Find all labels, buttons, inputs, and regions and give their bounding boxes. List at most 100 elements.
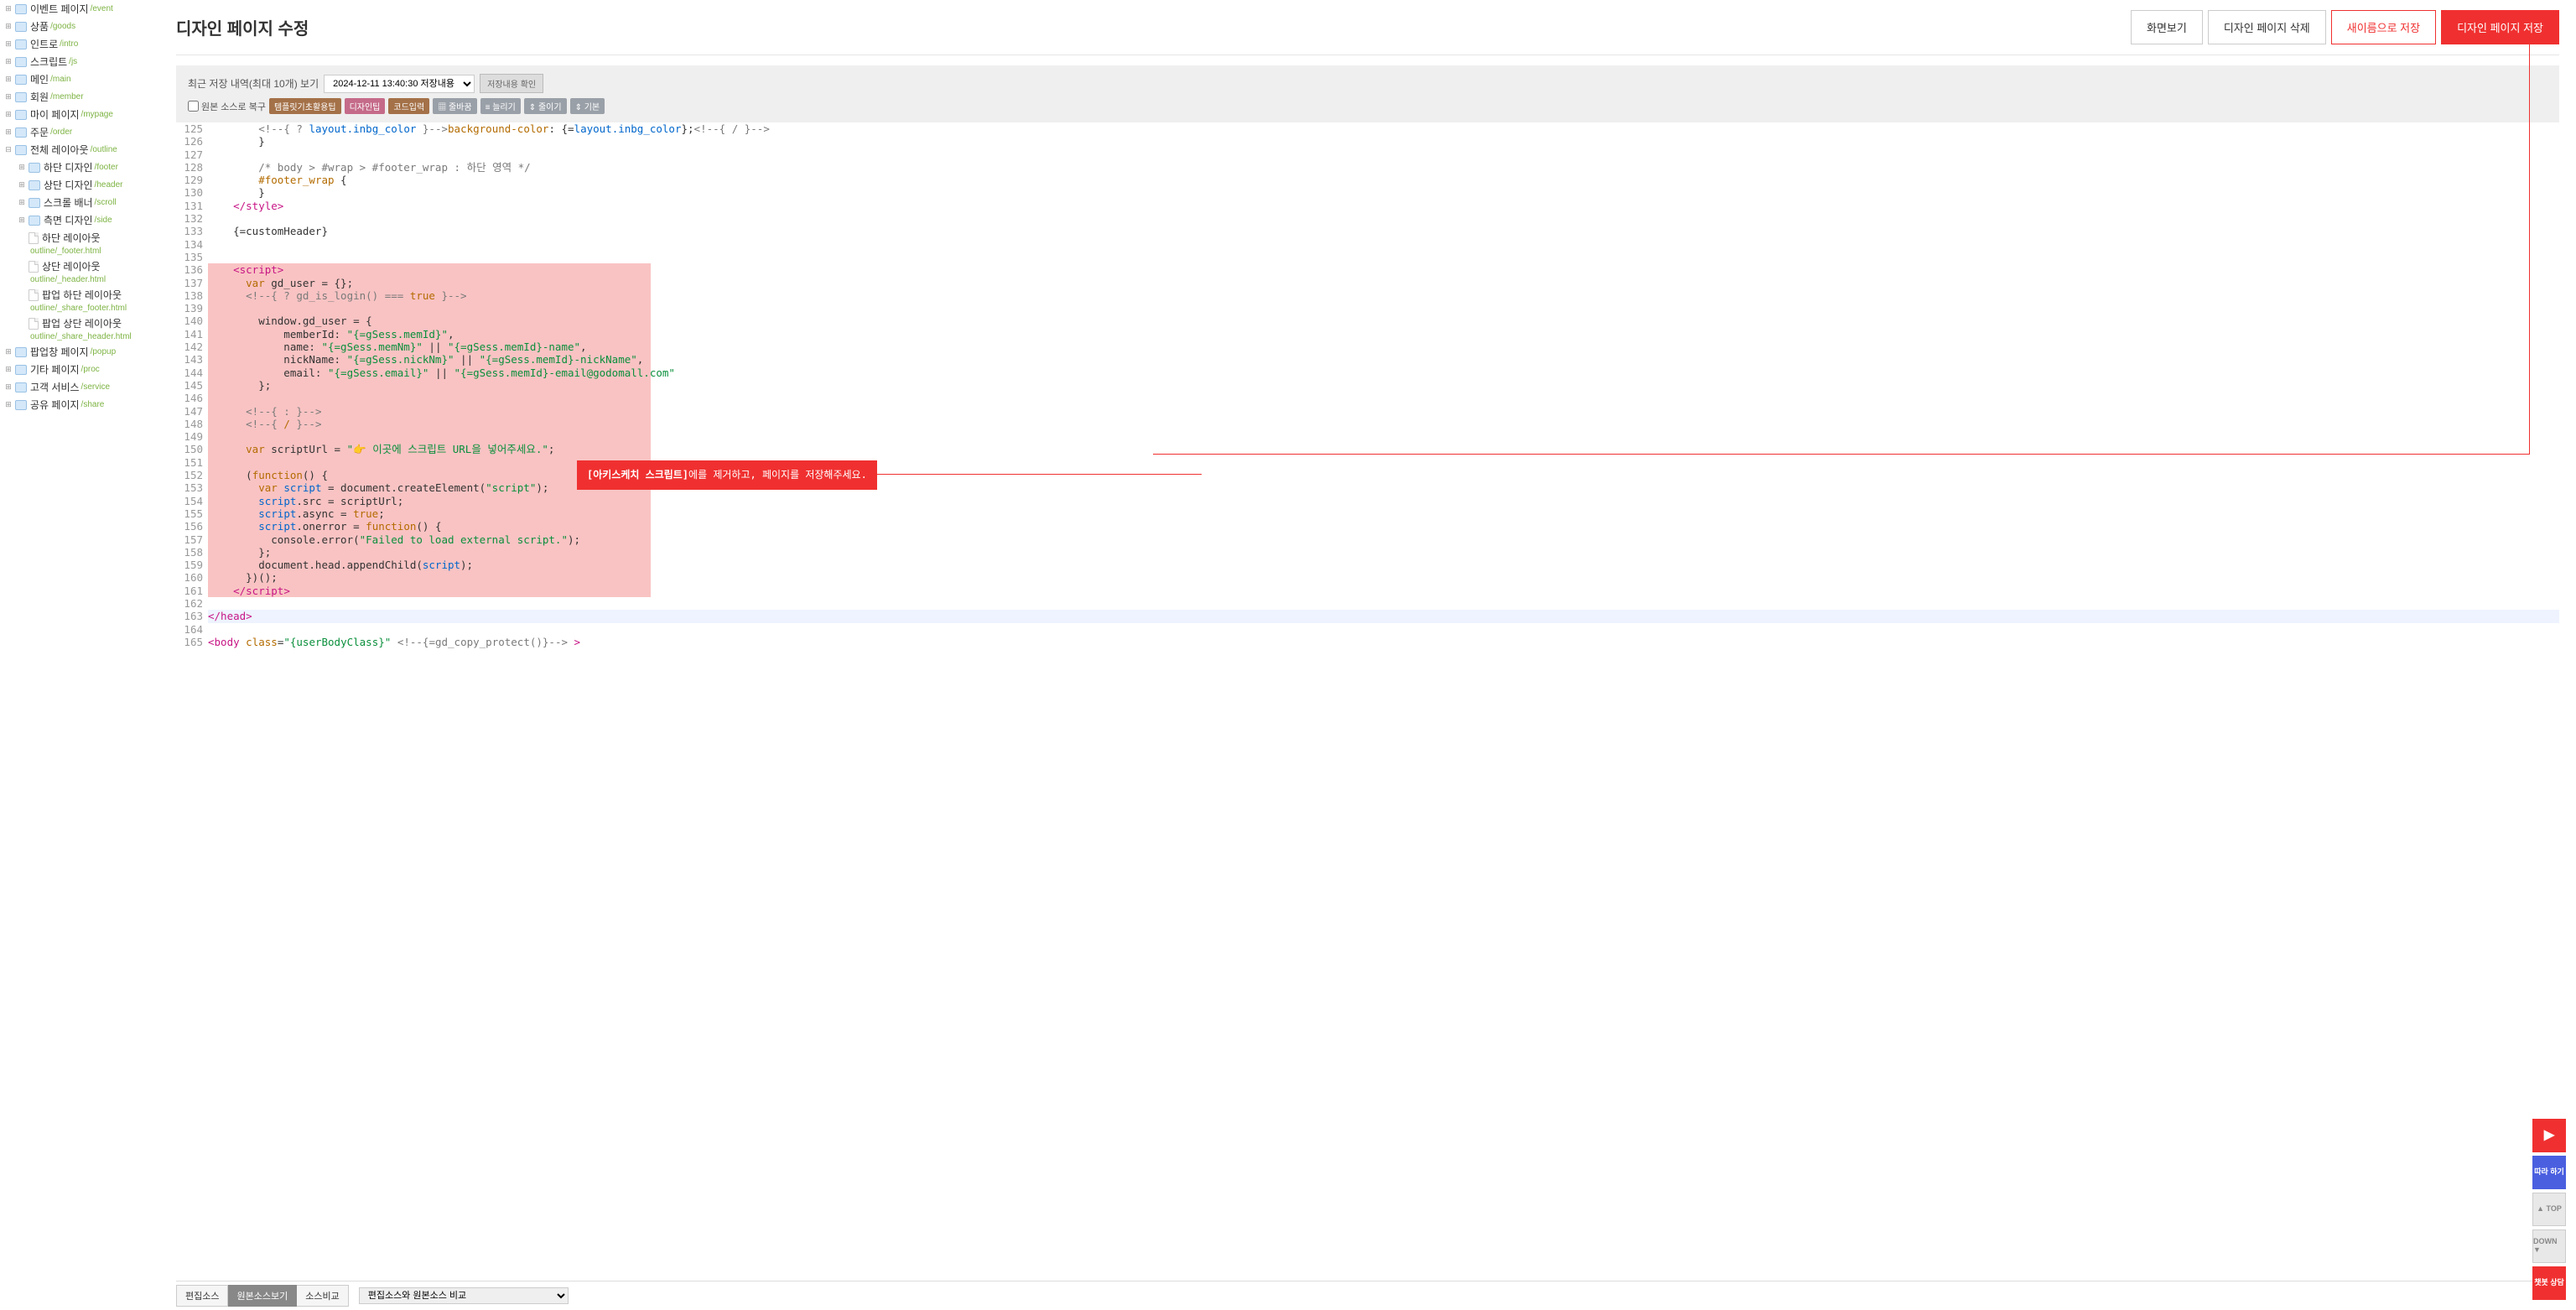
- source-tab[interactable]: 소스비교: [297, 1285, 348, 1307]
- code-line[interactable]: };: [208, 546, 2559, 559]
- expand-icon[interactable]: [17, 319, 27, 329]
- expand-icon[interactable]: ⊞: [3, 127, 13, 138]
- tree-item[interactable]: ⊞팝업창 페이지 /popup: [3, 343, 156, 361]
- scroll-down-button[interactable]: DOWN ▼: [2532, 1229, 2566, 1263]
- tree-item[interactable]: ⊞회원 /member: [3, 88, 156, 106]
- toolbar-badge[interactable]: 코드입력: [388, 98, 429, 114]
- toolbar-badge[interactable]: 템플릿기초활용팁: [269, 98, 341, 114]
- tree-item[interactable]: ⊞인트로 /intro: [3, 35, 156, 53]
- code-line[interactable]: var gd_user = {};: [208, 277, 2559, 289]
- scroll-top-button[interactable]: ▲ TOP: [2532, 1193, 2566, 1226]
- follow-along-button[interactable]: 따라 하기: [2532, 1156, 2566, 1189]
- code-line[interactable]: <script>: [208, 263, 2559, 276]
- tree-item[interactable]: ⊞스크립트 /js: [3, 53, 156, 70]
- code-line[interactable]: [208, 238, 2559, 251]
- youtube-button[interactable]: ▶: [2532, 1119, 2566, 1152]
- restore-checkbox-input[interactable]: [188, 101, 199, 112]
- tree-item[interactable]: ⊞기타 페이지 /proc: [3, 361, 156, 378]
- code-line[interactable]: })();: [208, 571, 2559, 584]
- code-line[interactable]: <!--{ ? layout.inbg_color }-->background…: [208, 122, 2559, 135]
- code-line[interactable]: <!--{ / }-->: [208, 418, 2559, 430]
- tree-item[interactable]: ⊞마이 페이지 /mypage: [3, 106, 156, 123]
- expand-icon[interactable]: ⊞: [17, 180, 27, 190]
- code-line[interactable]: </style>: [208, 200, 2559, 212]
- code-line[interactable]: }: [208, 186, 2559, 199]
- expand-icon[interactable]: [17, 262, 27, 272]
- expand-icon[interactable]: ⊞: [3, 365, 13, 375]
- preview-button[interactable]: 화면보기: [2131, 10, 2203, 44]
- code-line[interactable]: <!--{ : }-->: [208, 405, 2559, 418]
- tree-item[interactable]: ⊞상단 디자인 /header: [3, 176, 156, 194]
- expand-icon[interactable]: ⊞: [3, 382, 13, 392]
- code-line[interactable]: #footer_wrap {: [208, 174, 2559, 186]
- code-line[interactable]: window.gd_user = {: [208, 315, 2559, 327]
- code-line[interactable]: console.error("Failed to load external s…: [208, 533, 2559, 546]
- expand-icon[interactable]: ⊞: [17, 198, 27, 208]
- code-line[interactable]: script.onerror = function() {: [208, 520, 2559, 533]
- code-line[interactable]: }: [208, 135, 2559, 148]
- code-line[interactable]: [208, 430, 2559, 443]
- code-line[interactable]: <body class="{userBodyClass}" <!--{=gd_c…: [208, 636, 2559, 648]
- tree-item[interactable]: ⊞측면 디자인 /side: [3, 211, 156, 229]
- expand-icon[interactable]: ⊞: [3, 22, 13, 32]
- source-tab[interactable]: 원본소스보기: [228, 1285, 297, 1307]
- code-line[interactable]: </head>: [208, 610, 2559, 622]
- code-line[interactable]: [208, 623, 2559, 636]
- tree-item[interactable]: 상단 레이아웃: [3, 257, 156, 275]
- code-editor[interactable]: 1251261271281291301311321331341351361371…: [176, 122, 2559, 1281]
- chatbot-button[interactable]: 챗봇 상담: [2532, 1266, 2566, 1300]
- code-line[interactable]: name: "{=gSess.memNm}" || "{=gSess.memId…: [208, 340, 2559, 353]
- code-line[interactable]: };: [208, 379, 2559, 392]
- code-line[interactable]: [208, 392, 2559, 404]
- code-line[interactable]: [208, 302, 2559, 315]
- toolbar-badge[interactable]: ≡ 늘리기: [480, 98, 521, 114]
- expand-icon[interactable]: [17, 290, 27, 300]
- code-line[interactable]: [208, 456, 2559, 469]
- tree-item[interactable]: ⊟전체 레이아웃 /outline: [3, 141, 156, 159]
- restore-source-checkbox[interactable]: 원본 소스로 복구: [188, 100, 266, 113]
- tree-item[interactable]: ⊞메인 /main: [3, 70, 156, 88]
- save-page-button[interactable]: 디자인 페이지 저장: [2441, 10, 2559, 44]
- code-line[interactable]: nickName: "{=gSess.nickNm}" || "{=gSess.…: [208, 353, 2559, 366]
- code-line[interactable]: [208, 212, 2559, 225]
- code-line[interactable]: [208, 148, 2559, 161]
- tree-item[interactable]: ⊞스크롤 배너 /scroll: [3, 194, 156, 211]
- code-line[interactable]: script.async = true;: [208, 507, 2559, 520]
- history-select[interactable]: 2024-12-11 13:40:30 저장내용: [324, 75, 475, 93]
- expand-icon[interactable]: ⊞: [17, 216, 27, 226]
- expand-icon[interactable]: ⊞: [3, 4, 13, 14]
- history-confirm-button[interactable]: 저장내용 확인: [480, 74, 543, 93]
- expand-icon[interactable]: [17, 233, 27, 243]
- save-as-button[interactable]: 새이름으로 저장: [2331, 10, 2436, 44]
- delete-page-button[interactable]: 디자인 페이지 삭제: [2208, 10, 2326, 44]
- tree-item[interactable]: 팝업 하단 레이아웃: [3, 286, 156, 304]
- tree-item[interactable]: ⊞주문 /order: [3, 123, 156, 141]
- expand-icon[interactable]: ⊞: [3, 92, 13, 102]
- source-tab[interactable]: 편집소스: [176, 1285, 228, 1307]
- tree-item[interactable]: ⊞이벤트 페이지 /event: [3, 0, 156, 18]
- code-line[interactable]: (function() {: [208, 469, 2559, 481]
- code-content[interactable]: <!--{ ? layout.inbg_color }-->background…: [208, 122, 2559, 1281]
- expand-icon[interactable]: ⊞: [3, 347, 13, 357]
- tree-item[interactable]: ⊞고객 서비스 /service: [3, 378, 156, 396]
- code-line[interactable]: {=customHeader}: [208, 225, 2559, 237]
- code-line[interactable]: script.src = scriptUrl;: [208, 495, 2559, 507]
- code-line[interactable]: /* body > #wrap > #footer_wrap : 하단 영역 *…: [208, 161, 2559, 174]
- tree-item[interactable]: 하단 레이아웃: [3, 229, 156, 247]
- tree-item[interactable]: 팝업 상단 레이아웃: [3, 315, 156, 332]
- code-line[interactable]: [208, 251, 2559, 263]
- expand-icon[interactable]: ⊞: [3, 39, 13, 49]
- code-line[interactable]: </script>: [208, 585, 2559, 597]
- expand-icon[interactable]: ⊞: [3, 110, 13, 120]
- expand-icon[interactable]: ⊞: [3, 400, 13, 410]
- tree-item[interactable]: ⊞상품 /goods: [3, 18, 156, 35]
- toolbar-badge[interactable]: ⇕ 기본: [570, 98, 605, 114]
- compare-select[interactable]: 편집소스와 원본소스 비교: [359, 1287, 569, 1304]
- tree-item[interactable]: ⊞공유 페이지 /share: [3, 396, 156, 413]
- toolbar-badge[interactable]: ▦ 줄바꿈: [433, 98, 476, 114]
- toolbar-badge[interactable]: 디자인팁: [345, 98, 386, 114]
- code-line[interactable]: [208, 597, 2559, 610]
- toolbar-badge[interactable]: ⇕ 줄이기: [524, 98, 567, 114]
- expand-icon[interactable]: ⊞: [17, 163, 27, 173]
- code-line[interactable]: <!--{ ? gd_is_login() === true }-->: [208, 289, 2559, 302]
